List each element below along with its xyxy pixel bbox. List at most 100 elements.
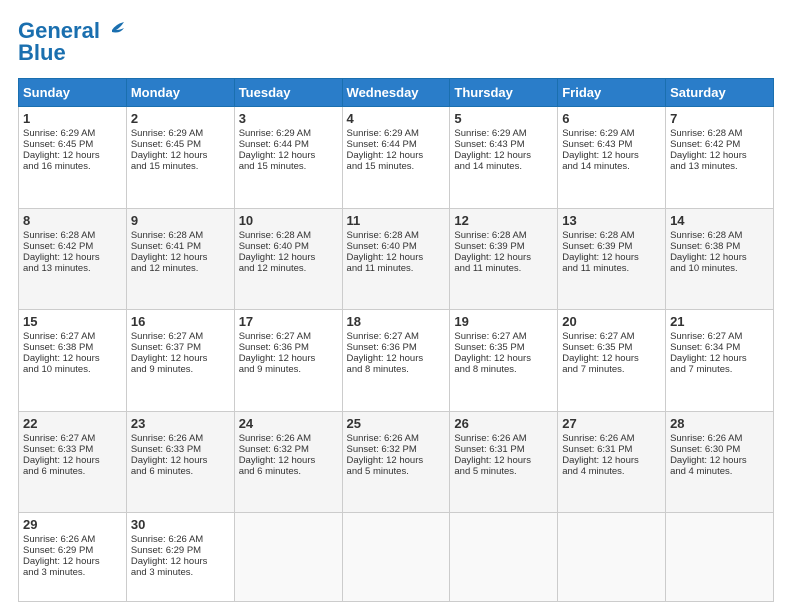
day-info: Sunrise: 6:27 AM [23,433,122,444]
day-info: Sunset: 6:44 PM [347,139,446,150]
day-number: 10 [239,213,338,228]
calendar-cell: 18Sunrise: 6:27 AMSunset: 6:36 PMDayligh… [342,310,450,412]
day-info: Daylight: 12 hours [347,150,446,161]
weekday-header-wednesday: Wednesday [342,79,450,107]
calendar: SundayMondayTuesdayWednesdayThursdayFrid… [18,78,774,602]
calendar-cell: 19Sunrise: 6:27 AMSunset: 6:35 PMDayligh… [450,310,558,412]
day-info: Sunset: 6:35 PM [454,342,553,353]
day-info: Daylight: 12 hours [131,252,230,263]
day-info: Sunset: 6:39 PM [454,241,553,252]
day-info: and 7 minutes. [562,364,661,375]
calendar-cell: 12 Sunrise: 6:28 AMSunset: 6:39 PMDayligh… [450,208,558,310]
day-info: Sunrise: 6:28 AM [23,230,122,241]
calendar-cell [558,513,666,602]
day-info: Sunset: 6:42 PM [23,241,122,252]
day-number: 1 [23,111,122,126]
day-info: Daylight: 12 hours [454,252,553,263]
day-info: Daylight: 12 hours [239,252,338,263]
day-info: Sunset: 6:43 PM [562,139,661,150]
day-info: and 9 minutes. [131,364,230,375]
day-info: Sunset: 6:29 PM [131,545,230,556]
day-number: 7 [670,111,769,126]
day-info: Sunset: 6:45 PM [131,139,230,150]
day-number: 23 [131,416,230,431]
day-info: Sunrise: 6:26 AM [562,433,661,444]
calendar-cell: 24Sunrise: 6:26 AMSunset: 6:32 PMDayligh… [234,411,342,513]
day-info: Sunrise: 6:26 AM [239,433,338,444]
day-info: Daylight: 12 hours [131,150,230,161]
calendar-cell: 5Sunrise: 6:29 AMSunset: 6:43 PMDaylight… [450,107,558,209]
day-info: Daylight: 12 hours [562,353,661,364]
calendar-cell [234,513,342,602]
day-info: and 3 minutes. [23,567,122,578]
day-info: Daylight: 12 hours [131,556,230,567]
day-info: Sunrise: 6:27 AM [239,331,338,342]
day-info: and 8 minutes. [347,364,446,375]
day-info: Daylight: 12 hours [670,353,769,364]
day-info: Sunrise: 6:29 AM [454,128,553,139]
calendar-cell: 1Sunrise: 6:29 AMSunset: 6:45 PMDaylight… [19,107,127,209]
day-info: Daylight: 12 hours [670,455,769,466]
calendar-cell: 2 Sunrise: 6:29 AMSunset: 6:45 PMDaylight… [126,107,234,209]
calendar-cell: 13Sunrise: 6:28 AMSunset: 6:39 PMDayligh… [558,208,666,310]
day-info: and 6 minutes. [23,466,122,477]
day-number: 22 [23,416,122,431]
day-number: 12 [454,213,553,228]
calendar-cell: 8Sunrise: 6:28 AMSunset: 6:42 PMDaylight… [19,208,127,310]
day-info: Sunset: 6:32 PM [347,444,446,455]
day-info: Sunrise: 6:28 AM [454,230,553,241]
weekday-header-tuesday: Tuesday [234,79,342,107]
day-info: Sunset: 6:45 PM [23,139,122,150]
day-info: Sunrise: 6:26 AM [670,433,769,444]
day-info: Sunset: 6:44 PM [239,139,338,150]
day-info: and 14 minutes. [562,161,661,172]
day-info: Sunset: 6:42 PM [670,139,769,150]
logo-bird-icon [102,22,124,40]
day-info: and 8 minutes. [454,364,553,375]
calendar-cell [666,513,774,602]
calendar-cell: 9Sunrise: 6:28 AMSunset: 6:41 PMDaylight… [126,208,234,310]
day-number: 8 [23,213,122,228]
day-info: Sunset: 6:29 PM [23,545,122,556]
logo: General Blue [18,18,124,66]
day-info: Sunrise: 6:29 AM [347,128,446,139]
day-info: Sunset: 6:43 PM [454,139,553,150]
day-info: and 11 minutes. [562,263,661,274]
day-number: 13 [562,213,661,228]
day-info: and 10 minutes. [23,364,122,375]
calendar-cell: 26Sunrise: 6:26 AMSunset: 6:31 PMDayligh… [450,411,558,513]
day-info: Sunrise: 6:29 AM [131,128,230,139]
day-info: Daylight: 12 hours [347,353,446,364]
day-info: Sunset: 6:40 PM [347,241,446,252]
day-info: Sunrise: 6:26 AM [131,433,230,444]
weekday-header-friday: Friday [558,79,666,107]
day-info: Daylight: 12 hours [23,455,122,466]
day-number: 16 [131,314,230,329]
day-info: Sunset: 6:32 PM [239,444,338,455]
calendar-cell: 6Sunrise: 6:29 AMSunset: 6:43 PMDaylight… [558,107,666,209]
day-info: and 12 minutes. [131,263,230,274]
day-info: Sunset: 6:33 PM [131,444,230,455]
day-info: Daylight: 12 hours [454,455,553,466]
day-info: and 15 minutes. [239,161,338,172]
day-number: 14 [670,213,769,228]
day-info: Daylight: 12 hours [23,556,122,567]
day-info: and 9 minutes. [239,364,338,375]
day-number: 29 [23,517,122,532]
day-info: and 13 minutes. [23,263,122,274]
day-info: and 14 minutes. [454,161,553,172]
day-info: Sunset: 6:38 PM [670,241,769,252]
day-info: and 3 minutes. [131,567,230,578]
day-number: 4 [347,111,446,126]
calendar-cell: 17Sunrise: 6:27 AMSunset: 6:36 PMDayligh… [234,310,342,412]
weekday-header-monday: Monday [126,79,234,107]
header: General Blue [18,18,774,66]
day-info: Daylight: 12 hours [131,353,230,364]
calendar-cell: 29Sunrise: 6:26 AMSunset: 6:29 PMDayligh… [19,513,127,602]
day-number: 15 [23,314,122,329]
day-info: and 6 minutes. [131,466,230,477]
calendar-cell: 21Sunrise: 6:27 AMSunset: 6:34 PMDayligh… [666,310,774,412]
day-number: 2 [131,111,230,126]
day-info: and 16 minutes. [23,161,122,172]
calendar-cell: 10Sunrise: 6:28 AMSunset: 6:40 PMDayligh… [234,208,342,310]
